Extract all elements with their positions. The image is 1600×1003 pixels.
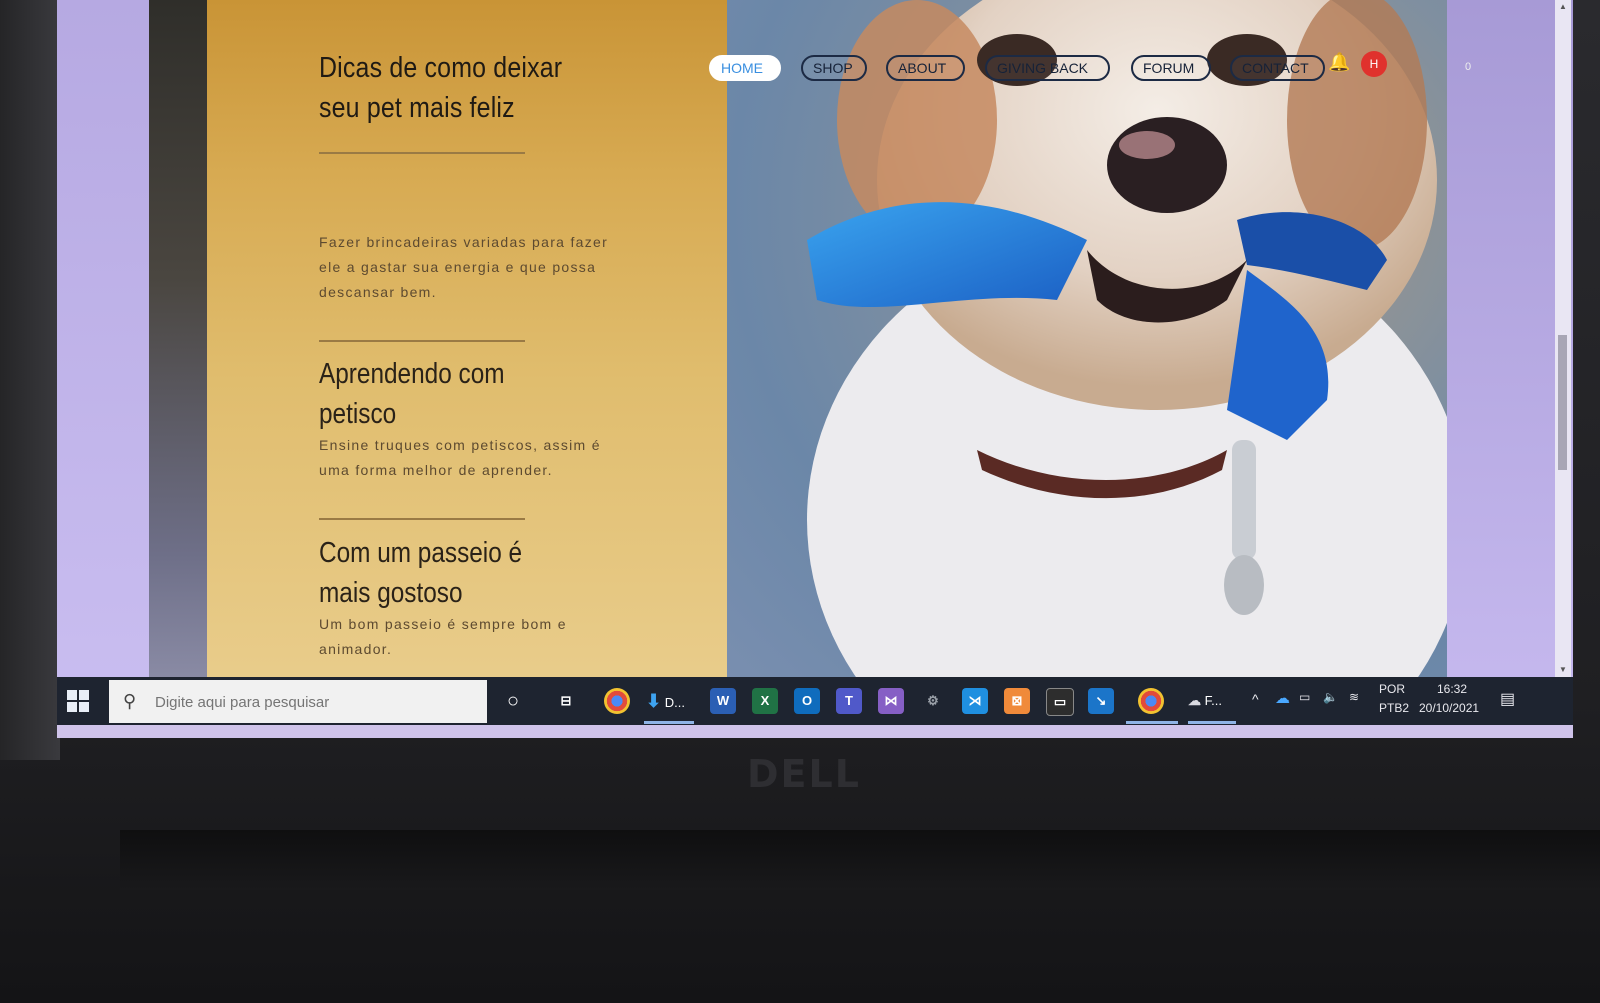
nav-home[interactable]: HOME [709, 55, 781, 81]
download-arrow-icon: ⬇ [646, 691, 662, 711]
active-app-indicator [1126, 721, 1178, 724]
vscode-icon[interactable]: ⋊ [962, 688, 988, 714]
page-scrollbar[interactable]: ▲ ▼ [1555, 0, 1571, 693]
app-icon[interactable]: ⚙ [920, 688, 946, 714]
cortana-icon[interactable]: ○ [500, 688, 526, 714]
windows-taskbar: ⚲ ○ ⊟ ⬇ D... W X O T ⋈ ⚙ ⋊ ⊠ ▭ ↘ ☁ F... … [57, 677, 1573, 725]
page-title: Dicas de como deixar seu pet mais feliz [319, 52, 563, 124]
user-avatar[interactable]: H [1361, 51, 1387, 77]
nav-giving-back[interactable]: GIVING BACK [985, 55, 1110, 81]
nav-forum[interactable]: FORUM [1131, 55, 1211, 81]
dog-illustration [807, 0, 1447, 693]
app-icon-blue[interactable]: ↘ [1088, 688, 1114, 714]
bezel-edge [0, 0, 60, 760]
file-explorer-app[interactable]: ☁ F... [1188, 688, 1234, 714]
teams-icon[interactable]: T [836, 688, 862, 714]
webpage: Dicas de como deixar seu pet mais feliz … [207, 0, 1447, 693]
action-center-icon[interactable]: ▤ [1500, 689, 1515, 737]
nav-shop[interactable]: SHOP [801, 55, 867, 81]
visual-studio-icon[interactable]: ⋈ [878, 688, 904, 714]
word-icon[interactable]: W [710, 688, 736, 714]
taskbar-search-input[interactable] [153, 680, 477, 725]
scroll-thumb[interactable] [1558, 335, 1567, 470]
terminal-icon[interactable]: ▭ [1046, 688, 1074, 716]
chrome-icon[interactable] [1138, 688, 1164, 714]
taskbar-search[interactable]: ⚲ [109, 680, 487, 725]
wifi-icon[interactable]: ≋ [1349, 690, 1359, 738]
task-view-icon[interactable]: ⊟ [553, 688, 579, 714]
laptop-hinge [120, 830, 1600, 890]
battery-icon[interactable]: ▭ [1299, 690, 1310, 738]
show-hidden-icons-chevron-icon[interactable]: ^ [1252, 691, 1259, 738]
divider [319, 340, 525, 342]
file-explorer-icon: ☁ [1188, 693, 1201, 708]
screen: Dicas de como deixar seu pet mais feliz … [57, 0, 1573, 738]
scroll-down-arrow-icon[interactable]: ▼ [1558, 665, 1568, 675]
intro-text: Fazer brincadeiras variadas para fazer e… [319, 234, 609, 300]
outlook-icon[interactable]: O [794, 688, 820, 714]
clock-time: 16:32 [1437, 682, 1468, 696]
notification-bell-icon[interactable]: 🔔 [1328, 52, 1350, 73]
content-panel: Dicas de como deixar seu pet mais feliz … [207, 0, 727, 693]
active-app-indicator [1188, 721, 1236, 724]
section-text: Um bom passeio é sempre bom e animador. [319, 616, 567, 657]
xampp-icon[interactable]: ⊠ [1004, 688, 1030, 714]
divider [319, 518, 525, 520]
excel-icon[interactable]: X [752, 688, 778, 714]
page-left-gutter [149, 0, 207, 693]
onedrive-icon[interactable]: ☁ [1275, 689, 1290, 737]
cart-count[interactable]: 0 [1465, 61, 1471, 73]
clock[interactable]: 16:32 20/10/2021 [1419, 677, 1489, 725]
dell-logo: DELL [747, 752, 861, 796]
nav-contact[interactable]: CONTACT [1230, 55, 1325, 81]
volume-icon[interactable]: 🔈 [1323, 690, 1338, 738]
chrome-icon[interactable] [604, 688, 630, 714]
desktop-background-left [57, 0, 149, 693]
downloads-app[interactable]: ⬇ D... [646, 688, 690, 714]
active-app-indicator [644, 721, 694, 724]
scroll-up-arrow-icon[interactable]: ▲ [1558, 2, 1568, 12]
language-code: POR [1379, 682, 1406, 696]
search-icon: ⚲ [123, 691, 137, 711]
windows-start-icon[interactable] [67, 690, 89, 712]
section-text: Ensine truques com petiscos, assim é uma… [319, 437, 601, 478]
section-title: Aprendendo com petisco [319, 358, 505, 430]
file-explorer-label: F... [1204, 693, 1222, 708]
clock-date: 20/10/2021 [1419, 701, 1480, 715]
section-title: Com um passeio é mais gostoso [319, 537, 523, 609]
nav-about[interactable]: ABOUT [886, 55, 965, 81]
divider [319, 152, 525, 154]
downloads-label: D... [664, 695, 685, 710]
hero-dog-image [727, 0, 1447, 693]
keyboard-layout: PTB2 [1379, 701, 1410, 715]
